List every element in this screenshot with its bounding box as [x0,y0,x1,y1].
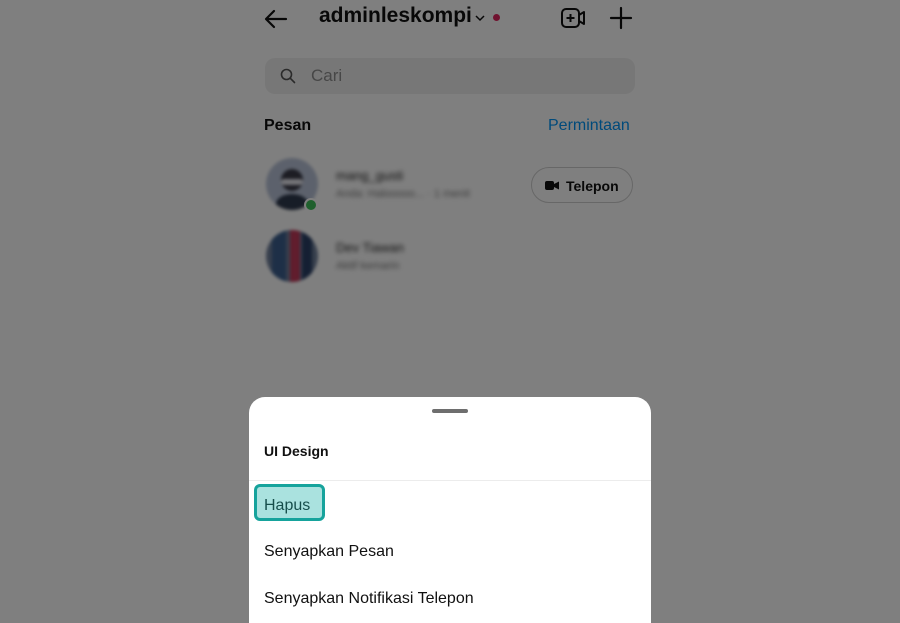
bottom-sheet: UI Design Hapus Senyapkan Pesan Senyapka… [249,397,651,623]
sheet-title: UI Design [264,443,329,459]
divider [249,480,651,481]
sheet-drag-handle[interactable] [432,409,468,413]
mute-call-notifications-menu-item[interactable]: Senyapkan Notifikasi Telepon [264,590,474,608]
mute-messages-menu-item[interactable]: Senyapkan Pesan [264,543,394,561]
delete-menu-item[interactable]: Hapus [264,497,310,515]
